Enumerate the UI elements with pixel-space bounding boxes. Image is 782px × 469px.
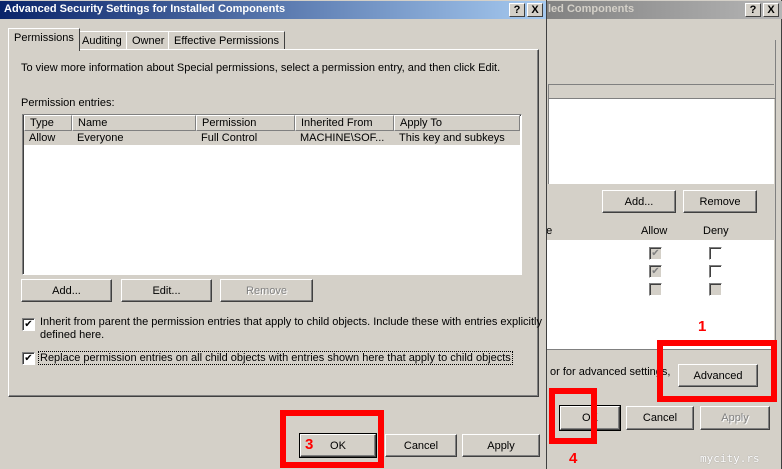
inherit-text-line1: Inherit from parent the permission entri… (40, 316, 542, 328)
permission-entries-list[interactable]: Type Name Permission Inherited From Appl… (22, 114, 522, 275)
cell-name: Everyone (77, 132, 124, 144)
back-apply-button[interactable]: Apply (700, 406, 770, 430)
cell-inherited-from: MACHINE\SOF... (300, 132, 385, 144)
annotation-box-advanced (657, 340, 777, 402)
cell-apply-to: This key and subkeys (399, 132, 505, 144)
inherit-checkbox[interactable]: ✔ (22, 318, 35, 331)
allow-checkbox-3[interactable] (649, 283, 662, 296)
front-close-button[interactable]: X (527, 3, 543, 17)
tab-auditing[interactable]: Auditing (76, 31, 128, 50)
annotation-step-4: 4 (569, 450, 578, 467)
annotation-step-3: 3 (305, 436, 314, 453)
intro-text: To view more information about Special p… (21, 62, 501, 74)
tab-permissions[interactable]: Permissions (8, 28, 80, 51)
edit-button[interactable]: Edit... (121, 279, 212, 302)
allow-checkbox-2[interactable]: ✔ (649, 265, 662, 278)
back-perm-header-allow: Allow (641, 225, 668, 237)
back-close-button[interactable]: X (763, 3, 779, 17)
back-user-list[interactable] (548, 84, 775, 184)
inherit-text-line2: defined here. (40, 329, 105, 341)
annotation-box-ok (280, 410, 384, 468)
column-header-inherited-from[interactable]: Inherited From (295, 115, 394, 131)
permission-entries-label: Permission entries: (21, 97, 115, 109)
back-help-button[interactable]: ? (745, 3, 761, 17)
cell-permission: Full Control (201, 132, 258, 144)
cancel-button[interactable]: Cancel (385, 434, 457, 457)
back-window-title: led Components (548, 3, 635, 15)
back-perm-header-deny: Deny (703, 225, 729, 237)
replace-checkbox[interactable]: ✔ (22, 352, 35, 365)
column-header-name[interactable]: Name (72, 115, 196, 131)
back-advanced-hint: or for advanced settings, (550, 366, 671, 378)
column-header-permission[interactable]: Permission (196, 115, 295, 131)
deny-checkbox-2[interactable] (709, 265, 722, 278)
front-window-title: Advanced Security Settings for Installed… (4, 3, 286, 15)
back-add-button[interactable]: Add... (602, 190, 676, 213)
back-perm-list: ✔ ✔ (540, 240, 774, 350)
front-help-button[interactable]: ? (509, 3, 525, 17)
tab-effective-permissions[interactable]: Effective Permissions (168, 31, 285, 50)
back-cancel-button[interactable]: Cancel (626, 406, 694, 430)
column-header-apply-to[interactable]: Apply To (394, 115, 520, 131)
table-row[interactable]: Allow Everyone Full Control MACHINE\SOF.… (24, 131, 520, 145)
replace-text[interactable]: Replace permission entries on all child … (38, 351, 513, 365)
tab-owner[interactable]: Owner (126, 31, 171, 50)
remove-button[interactable]: Remove (220, 279, 313, 302)
deny-checkbox-1[interactable] (709, 247, 722, 260)
front-window-titlebar: Advanced Security Settings for Installed… (0, 1, 546, 19)
column-header-type[interactable]: Type (24, 115, 72, 131)
annotation-step-1: 1 (698, 318, 707, 335)
back-remove-button[interactable]: Remove (683, 190, 757, 213)
annotation-box-back-ok (549, 388, 597, 444)
front-window: Advanced Security Settings for Installed… (0, 0, 547, 469)
cell-type: Allow (29, 132, 56, 144)
deny-checkbox-3[interactable] (709, 283, 722, 296)
add-button[interactable]: Add... (21, 279, 112, 302)
allow-checkbox-1[interactable]: ✔ (649, 247, 662, 260)
apply-button[interactable]: Apply (462, 434, 540, 457)
permissions-tab-page: To view more information about Special p… (8, 49, 542, 397)
watermark: mycity.rs (700, 452, 760, 465)
